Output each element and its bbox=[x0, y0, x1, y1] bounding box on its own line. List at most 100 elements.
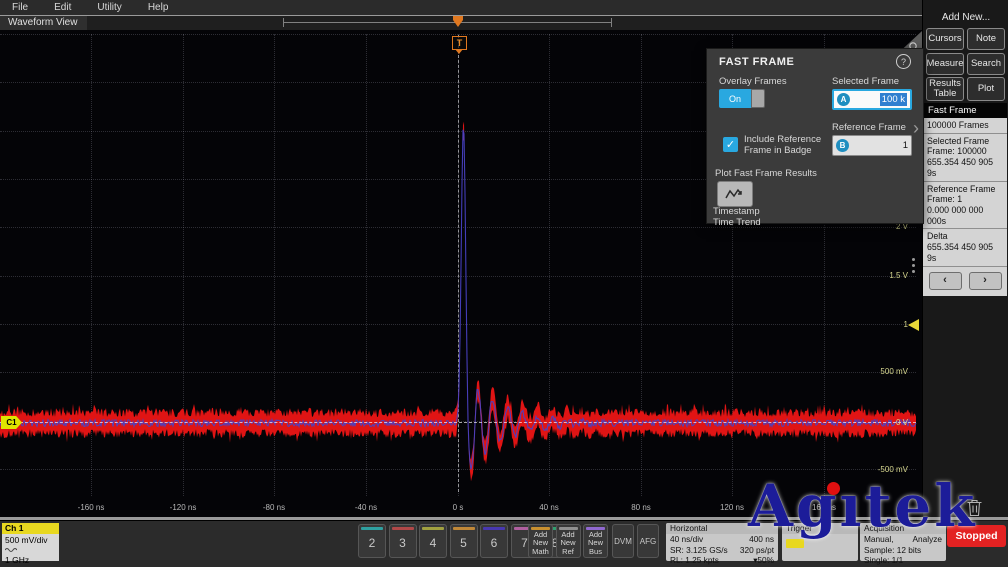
coupling-icon bbox=[5, 547, 17, 553]
selected-frame-value[interactable]: 100 k bbox=[880, 93, 907, 106]
overview-trigger-arrow-icon bbox=[453, 20, 463, 27]
channel-2-button[interactable]: 2 bbox=[358, 524, 386, 558]
acquisition-sample-bits: Sample: 12 bits bbox=[864, 545, 921, 556]
channel-color-stripe bbox=[453, 527, 475, 530]
menu-edit[interactable]: Edit bbox=[54, 2, 71, 13]
channel-number: 4 bbox=[420, 536, 446, 550]
fast-frame-results-panel[interactable]: Fast Frame 100000 Frames Selected Frame … bbox=[923, 103, 1007, 296]
channel1-badge-title: Ch 1 bbox=[2, 523, 59, 534]
reference-frame-label: Reference Frame bbox=[832, 123, 906, 134]
trigger-level-arrow-icon[interactable] bbox=[908, 319, 919, 331]
afg-button[interactable]: AFG bbox=[637, 524, 659, 558]
trigger-flag[interactable]: T bbox=[452, 36, 467, 50]
add-new-button[interactable]: Add New Math bbox=[528, 524, 553, 558]
channel-3-button[interactable]: 3 bbox=[389, 524, 417, 558]
watermark-red-dot bbox=[827, 482, 840, 495]
channel1-scale: 500 mV/div bbox=[5, 535, 56, 545]
selected-frame-input[interactable]: A 100 k bbox=[832, 89, 912, 110]
trigger-flag-arrow-icon bbox=[455, 49, 463, 54]
channel-5-button[interactable]: 5 bbox=[450, 524, 478, 558]
channel-number: 5 bbox=[451, 536, 477, 550]
trigger-source-chip bbox=[786, 539, 804, 548]
timestamp-trend-button[interactable] bbox=[717, 181, 753, 207]
add-new-button[interactable]: Add New Ref bbox=[556, 524, 581, 558]
selected-frame-section-label: Selected Frame bbox=[927, 136, 1003, 147]
acquisition-single: Single: 1/1 bbox=[864, 555, 903, 566]
note-button[interactable]: Note bbox=[967, 28, 1005, 50]
channel-color-stripe bbox=[422, 527, 444, 530]
oscilloscope-screen: File Edit Utility Help Waveform View C1 … bbox=[0, 0, 1008, 567]
channel-color-stripe bbox=[361, 527, 383, 530]
channel-color-stripe bbox=[392, 527, 414, 530]
channel-number: 2 bbox=[359, 536, 385, 550]
add-new-button[interactable]: Add New Bus bbox=[583, 524, 608, 558]
menu-help[interactable]: Help bbox=[148, 2, 169, 13]
sample-interval: 320 ps/pt bbox=[740, 545, 774, 556]
reference-frame-section-label: Reference Frame bbox=[927, 184, 1003, 195]
selected-frame-time: 655.354 450 905 9s bbox=[927, 157, 1003, 178]
menu-bar: File Edit Utility Help bbox=[0, 0, 922, 15]
overview-right-cap bbox=[611, 18, 612, 27]
sample-rate: SR: 3.125 GS/s bbox=[670, 545, 728, 556]
include-reference-checkbox[interactable]: ✓ bbox=[723, 137, 738, 152]
frames-count: 100000 Frames bbox=[923, 118, 1007, 134]
channel-number: 6 bbox=[481, 536, 507, 550]
waveform-trend-icon bbox=[724, 187, 746, 201]
y-axis-label: 1 bbox=[862, 320, 908, 329]
search-button[interactable]: Search bbox=[967, 53, 1005, 75]
delta-label: Delta bbox=[927, 231, 1003, 242]
dvm-button[interactable]: DVM bbox=[612, 524, 634, 558]
plot-button[interactable]: Plot bbox=[967, 77, 1005, 101]
next-frame-button[interactable]: › bbox=[969, 272, 1002, 290]
add-new-button-label: Add New Math bbox=[529, 531, 552, 556]
channel-4-button[interactable]: 4 bbox=[419, 524, 447, 558]
horizontal-scale: 40 ns/div bbox=[670, 534, 703, 545]
menu-file[interactable]: File bbox=[12, 2, 28, 13]
record-length: RL: 1.25 kpts bbox=[670, 555, 719, 566]
help-icon[interactable]: ? bbox=[896, 54, 911, 69]
reference-frame-number: Frame: 1 bbox=[927, 194, 1003, 205]
channel-6-button[interactable]: 6 bbox=[480, 524, 508, 558]
overlay-frames-label: Overlay Frames bbox=[719, 77, 787, 88]
scroll-dot-icon bbox=[912, 270, 915, 273]
reference-frame-input[interactable]: B 1 bbox=[832, 135, 912, 156]
dialog-title: FAST FRAME bbox=[719, 56, 794, 68]
previous-frame-button[interactable]: ‹ bbox=[929, 272, 962, 290]
channel1-badge[interactable]: Ch 1 500 mV/div 1 GHz bbox=[2, 523, 59, 560]
selected-frame-label: Selected Frame bbox=[832, 77, 899, 88]
overview-left-cap bbox=[283, 18, 284, 27]
reference-frame-value[interactable]: 1 bbox=[849, 140, 911, 151]
knob-b-badge: B bbox=[836, 139, 849, 152]
toggle-knob bbox=[751, 89, 765, 108]
add-new-label: Add New... bbox=[923, 12, 1008, 23]
y-axis-label: 500 mV bbox=[862, 367, 908, 376]
add-new-button-label: Add New Ref bbox=[557, 531, 580, 556]
zero-volt-line bbox=[0, 422, 916, 423]
reference-frame-time: 0.000 000 000 000s bbox=[927, 205, 1003, 226]
fast-frame-dialog: FAST FRAME ? Overlay Frames On Selected … bbox=[706, 48, 924, 224]
measure-button[interactable]: Measure bbox=[926, 53, 964, 75]
scroll-dot-icon bbox=[912, 264, 915, 267]
overlay-frames-toggle[interactable]: On bbox=[719, 89, 765, 108]
overview-bar[interactable] bbox=[283, 22, 612, 23]
delta-time: 655.354 450 905 9s bbox=[927, 242, 1003, 263]
selected-frame-number: Frame: 100000 bbox=[927, 146, 1003, 157]
scroll-dot-icon bbox=[912, 258, 915, 261]
y-axis-label: 0 V bbox=[862, 418, 908, 427]
menu-utility[interactable]: Utility bbox=[97, 2, 121, 13]
dialog-expand-chevron[interactable]: › bbox=[913, 118, 919, 139]
results-table-button[interactable]: Results Table bbox=[926, 77, 964, 101]
knob-a-badge: A bbox=[837, 93, 850, 106]
right-sidebar: Add New... Cursors Note Measure Search R… bbox=[922, 0, 1008, 521]
channel1-bandwidth: 1 GHz bbox=[5, 555, 56, 565]
toggle-on-label: On bbox=[719, 89, 751, 108]
y-axis-label: 1.5 V bbox=[862, 271, 908, 280]
channel-number: 3 bbox=[390, 536, 416, 550]
add-new-button-label: Add New Bus bbox=[584, 531, 607, 556]
channel-color-stripe bbox=[483, 527, 505, 530]
cursors-button[interactable]: Cursors bbox=[926, 28, 964, 50]
agitek-watermark: Agıtek bbox=[748, 472, 977, 540]
plot-results-label: Plot Fast Frame Results bbox=[715, 169, 817, 180]
fast-frame-panel-title: Fast Frame bbox=[923, 103, 1007, 118]
include-reference-label: Include Reference Frame in Badge bbox=[744, 135, 821, 157]
